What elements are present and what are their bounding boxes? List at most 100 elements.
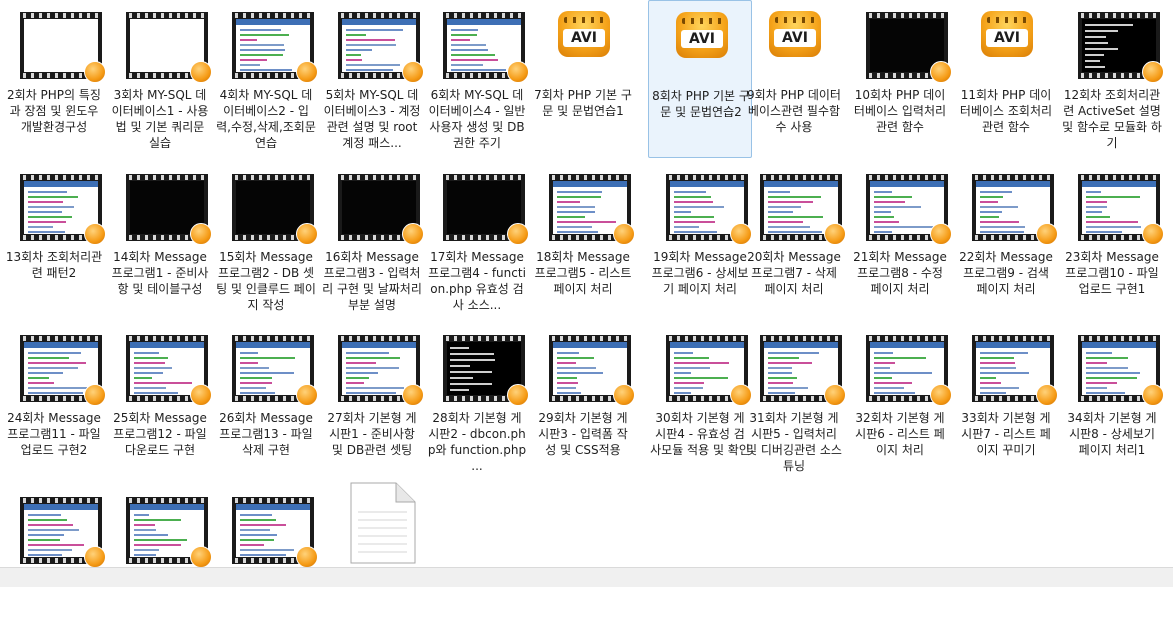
avi-file-icon: AVI xyxy=(673,6,731,66)
video-file-item[interactable]: 20회차 Message 프로그램7 - 삭제 페이지 처리 xyxy=(742,162,846,320)
video-file-item[interactable]: 16회차 Message 프로그램3 - 입력처리 구현 및 날짜처리부분 설명 xyxy=(320,162,424,320)
video-file-item[interactable]: 19회차 Message 프로그램6 - 상세보기 페이지 처리 xyxy=(648,162,752,320)
media-player-badge-icon xyxy=(1142,384,1164,406)
video-thumbnail xyxy=(232,497,318,568)
video-file-item[interactable]: 21회차 Message 프로그램8 - 수정 페이지 처리 xyxy=(848,162,952,320)
media-player-badge-icon xyxy=(613,384,635,406)
video-thumbnail xyxy=(126,174,212,245)
media-player-badge-icon xyxy=(296,61,318,83)
video-file-item[interactable]: AVI 9회차 PHP 데이터베이스관련 필수함수 사용 xyxy=(742,0,846,158)
media-player-badge-icon xyxy=(824,223,846,245)
video-thumbnail xyxy=(1078,174,1164,245)
video-file-item[interactable] xyxy=(2,485,106,643)
video-thumbnail xyxy=(1078,335,1164,406)
video-file-item[interactable]: 25회차 Message 프로그램12 - 파일 다운로드 구현 xyxy=(108,323,212,481)
video-file-item[interactable]: AVI 8회차 PHP 기본 구문 및 문법연습2 xyxy=(648,0,752,158)
video-file-item[interactable]: 3회차 MY-SQL 데이터베이스1 - 사용법 및 기본 쿼리문 실습 xyxy=(108,0,212,158)
video-file-item[interactable]: 5회차 MY-SQL 데이터베이스3 - 계정관련 설명 및 root 계정 패… xyxy=(320,0,424,158)
video-file-item[interactable]: 27회차 기본형 게시판1 - 준비사항 및 DB관련 셋팅 xyxy=(320,323,424,481)
video-thumbnail xyxy=(866,335,952,406)
file-name-label: 20회차 Message 프로그램7 - 삭제 페이지 처리 xyxy=(747,250,841,296)
file-name-label: 19회차 Message 프로그램6 - 상세보기 페이지 처리 xyxy=(651,250,749,296)
video-file-item[interactable] xyxy=(108,485,212,643)
video-thumbnail xyxy=(549,174,635,245)
video-file-item[interactable]: 24회차 Message 프로그램11 - 파일 업로드 구현2 xyxy=(2,323,106,481)
video-thumbnail xyxy=(126,12,212,83)
media-player-badge-icon xyxy=(930,61,952,83)
media-player-badge-icon xyxy=(613,223,635,245)
avi-label: AVI xyxy=(681,30,723,48)
video-file-item[interactable]: 13회차 조회처리관련 패턴2 xyxy=(2,162,106,320)
video-file-item[interactable]: 18회차 Message 프로그램5 - 리스트 페이지 처리 xyxy=(531,162,635,320)
video-thumbnail xyxy=(760,335,846,406)
file-name-label: 17회차 Message 프로그램4 - function.php 유효성 검사… xyxy=(428,250,526,312)
video-file-item[interactable]: 4회차 MY-SQL 데이터베이스2 - 입력,수정,삭제,조회문 연습 xyxy=(214,0,318,158)
file-name-label: 30회차 기본형 게시판4 - 유효성 검사모듈 적용 및 확인 xyxy=(650,411,750,457)
media-player-badge-icon xyxy=(402,384,424,406)
video-file-item[interactable]: 22회차 Message 프로그램9 - 검색 페이지 처리 xyxy=(954,162,1058,320)
video-file-item[interactable]: 30회차 기본형 게시판4 - 유효성 검사모듈 적용 및 확인 xyxy=(648,323,752,481)
video-file-item[interactable]: 15회차 Message 프로그램2 - DB 셋팅 및 인클루드 페이지 작성 xyxy=(214,162,318,320)
media-player-badge-icon xyxy=(930,384,952,406)
video-file-item[interactable]: AVI 11회차 PHP 데이터베이스 조회처리관련 함수 xyxy=(954,0,1058,158)
video-file-item[interactable] xyxy=(214,485,318,643)
video-file-item[interactable]: 32회차 기본형 게시판6 - 리스트 페이지 처리 xyxy=(848,323,952,481)
video-thumbnail xyxy=(126,335,212,406)
file-name-label: 21회차 Message 프로그램8 - 수정 페이지 처리 xyxy=(853,250,947,296)
video-file-item[interactable]: 23회차 Message 프로그램10 - 파일 업로드 구현1 xyxy=(1060,162,1164,320)
video-file-item[interactable]: AVI 7회차 PHP 기본 구문 및 문법연습1 xyxy=(531,0,635,158)
file-name-label: 25회차 Message 프로그램12 - 파일 다운로드 구현 xyxy=(113,411,207,457)
file-name-label: 13회차 조회처리관련 패턴2 xyxy=(5,250,103,280)
file-name-label: 29회차 기본형 게시판3 - 입력폼 작성 및 CSS적용 xyxy=(538,411,628,457)
file-name-label: 4회차 MY-SQL 데이터베이스2 - 입력,수정,삭제,조회문 연습 xyxy=(216,88,316,150)
video-file-item[interactable]: 17회차 Message 프로그램4 - function.php 유효성 검사… xyxy=(425,162,529,320)
media-player-badge-icon xyxy=(84,223,106,245)
video-thumbnail xyxy=(866,12,952,83)
video-thumbnail xyxy=(443,335,529,406)
video-file-item[interactable]: 6회차 MY-SQL 데이터베이스4 - 일반사용자 생성 및 DB권한 주기 xyxy=(425,0,529,158)
video-file-item[interactable]: 28회차 기본형 게시판2 - dbcon.php와 function.php … xyxy=(425,323,529,481)
video-file-item[interactable]: 29회차 기본형 게시판3 - 입력폼 작성 및 CSS적용 xyxy=(531,323,635,481)
media-player-badge-icon xyxy=(190,223,212,245)
video-file-item[interactable]: 12회차 조회처리관련 ActiveSet 설명 및 함수로 모듈화 하기 xyxy=(1060,0,1164,158)
media-player-badge-icon xyxy=(930,223,952,245)
media-player-badge-icon xyxy=(84,546,106,568)
file-name-label: 6회차 MY-SQL 데이터베이스4 - 일반사용자 생성 및 DB권한 주기 xyxy=(428,88,526,150)
file-name-label: 18회차 Message 프로그램5 - 리스트 페이지 처리 xyxy=(534,250,632,296)
file-name-label: 2회차 PHP의 특징과 장점 및 윈도우 개발환경구성 xyxy=(7,88,101,134)
file-name-label: 11회차 PHP 데이터베이스 조회처리관련 함수 xyxy=(959,88,1053,134)
document-icon[interactable] xyxy=(350,482,416,564)
media-player-badge-icon xyxy=(402,61,424,83)
status-bar xyxy=(0,567,1173,587)
file-name-label: 12회차 조회처리관련 ActiveSet 설명 및 함수로 모듈화 하기 xyxy=(1062,88,1162,150)
file-name-label: 14회차 Message 프로그램1 - 준비사항 및 테이블구성 xyxy=(111,250,209,296)
media-player-badge-icon xyxy=(190,546,212,568)
media-player-badge-icon xyxy=(190,384,212,406)
avi-label: AVI xyxy=(774,29,816,47)
file-name-label: 5회차 MY-SQL 데이터베이스3 - 계정관련 설명 및 root 계정 패… xyxy=(323,88,421,150)
file-grid: 2회차 PHP의 특징과 장점 및 윈도우 개발환경구성 3회차 MY-SQL 데… xyxy=(0,0,1173,568)
video-file-item[interactable]: 14회차 Message 프로그램1 - 준비사항 및 테이블구성 xyxy=(108,162,212,320)
file-name-label: 22회차 Message 프로그램9 - 검색 페이지 처리 xyxy=(959,250,1053,296)
video-file-item[interactable]: 34회차 기본형 게시판8 - 상세보기 페이지 처리1 xyxy=(1060,323,1164,481)
file-name-label: 15회차 Message 프로그램2 - DB 셋팅 및 인클루드 페이지 작성 xyxy=(216,250,316,312)
video-file-item[interactable]: 33회차 기본형 게시판7 - 리스트 페이지 꾸미기 xyxy=(954,323,1058,481)
media-player-badge-icon xyxy=(296,384,318,406)
file-name-label: 27회차 기본형 게시판1 - 준비사항 및 DB관련 셋팅 xyxy=(327,411,417,457)
video-thumbnail xyxy=(666,174,752,245)
file-name-label: 23회차 Message 프로그램10 - 파일 업로드 구현1 xyxy=(1065,250,1159,296)
video-file-item[interactable]: 10회차 PHP 데이터베이스 입력처리관련 함수 xyxy=(848,0,952,158)
file-name-label: 34회차 기본형 게시판8 - 상세보기 페이지 처리1 xyxy=(1067,411,1157,457)
video-file-item[interactable]: 26회차 Message 프로그램13 - 파일 삭제 구현 xyxy=(214,323,318,481)
video-file-item[interactable]: 31회차 기본형 게시판5 - 입력처리 및 디버깅관련 소스튜닝 xyxy=(742,323,846,481)
video-thumbnail xyxy=(338,12,424,83)
video-thumbnail xyxy=(760,174,846,245)
video-file-item[interactable]: 2회차 PHP의 특징과 장점 및 윈도우 개발환경구성 xyxy=(2,0,106,158)
file-name-label: 26회차 Message 프로그램13 - 파일 삭제 구현 xyxy=(219,411,313,457)
media-player-badge-icon xyxy=(1036,384,1058,406)
video-thumbnail xyxy=(232,335,318,406)
media-player-badge-icon xyxy=(1142,61,1164,83)
video-thumbnail xyxy=(232,12,318,83)
avi-file-icon: AVI xyxy=(555,5,613,65)
file-name-label: 32회차 기본형 게시판6 - 리스트 페이지 처리 xyxy=(855,411,945,457)
